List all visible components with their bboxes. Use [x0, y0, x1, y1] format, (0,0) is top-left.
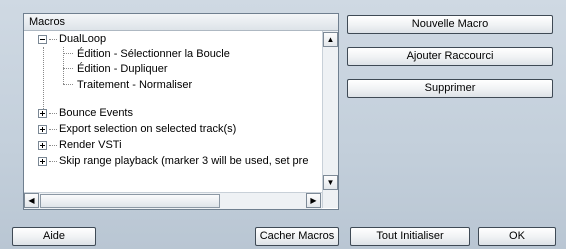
tree-header: Macros	[24, 14, 338, 31]
tree-item-label: Skip range playback (marker 3 will be us…	[59, 155, 309, 167]
collapse-toggle-icon[interactable]	[38, 35, 47, 44]
tree-connector-line	[63, 53, 73, 54]
tree-item-export-selection[interactable]: Export selection on selected track(s)	[59, 122, 236, 136]
tree-header-label: Macros	[29, 16, 66, 28]
vertical-scrollbar[interactable]: ▲ ▼	[322, 31, 338, 208]
tree-item-bounce-events[interactable]: Bounce Events	[59, 106, 133, 120]
horizontal-scrollbar[interactable]: ◀ ▶	[24, 192, 322, 209]
tree-item-label: Édition - Dupliquer	[77, 63, 168, 75]
help-label: Aide	[42, 230, 66, 242]
reset-all-label: Tout Initialiser	[376, 230, 444, 242]
tree-item-duplicate[interactable]: Édition - Dupliquer	[77, 62, 168, 76]
ok-label: OK	[509, 230, 525, 242]
delete-button[interactable]: Supprimer	[347, 79, 553, 98]
tree-connector-line	[49, 161, 57, 162]
expand-toggle-icon[interactable]	[38, 141, 47, 150]
ok-button[interactable]: OK	[478, 227, 556, 246]
tree-connector-line	[49, 129, 57, 130]
new-macro-button[interactable]: Nouvelle Macro	[347, 15, 553, 34]
tree-item-render-vsti[interactable]: Render VSTi	[59, 138, 122, 152]
scroll-left-icon[interactable]: ◀	[24, 193, 39, 208]
tree-item-select-loop[interactable]: Édition - Sélectionner la Boucle	[77, 47, 230, 61]
tree-item-label: Traitement - Normaliser	[77, 79, 193, 91]
scroll-up-icon[interactable]: ▲	[323, 32, 338, 47]
macros-tree-panel: Macros DualLoop Édition - Sélectionner l…	[23, 13, 339, 210]
scroll-up-glyph: ▲	[326, 35, 335, 44]
scroll-down-glyph: ▼	[326, 178, 335, 187]
add-shortcut-button[interactable]: Ajouter Raccourci	[347, 47, 553, 66]
horizontal-scroll-thumb[interactable]	[40, 194, 220, 208]
macros-tree-list[interactable]: DualLoop Édition - Sélectionner la Boucl…	[24, 31, 322, 208]
expand-toggle-icon[interactable]	[38, 125, 47, 134]
tree-connector-line	[43, 47, 44, 113]
hide-macros-label: Cacher Macros	[259, 230, 335, 242]
tree-item-normalize[interactable]: Traitement - Normaliser	[77, 78, 192, 92]
tree-item-label: Bounce Events	[59, 107, 133, 119]
scroll-left-glyph: ◀	[28, 196, 35, 205]
expand-toggle-icon[interactable]	[38, 109, 47, 118]
tree-item-label: Export selection on selected track(s)	[59, 123, 237, 135]
tree-item-skip-range[interactable]: Skip range playback (marker 3 will be us…	[59, 154, 308, 168]
tree-item-dualloop[interactable]: DualLoop	[59, 32, 106, 46]
reset-all-button[interactable]: Tout Initialiser	[350, 227, 470, 246]
tree-item-label: Édition - Sélectionner la Boucle	[77, 48, 230, 60]
scroll-right-icon[interactable]: ▶	[306, 193, 321, 208]
tree-connector-line	[63, 68, 73, 69]
tree-connector-line	[49, 145, 57, 146]
scroll-down-icon[interactable]: ▼	[323, 175, 338, 190]
tree-connector-line	[49, 113, 57, 114]
help-button[interactable]: Aide	[12, 227, 96, 246]
macros-dialog: Macros DualLoop Édition - Sélectionner l…	[0, 0, 566, 249]
scroll-right-glyph: ▶	[310, 196, 317, 205]
tree-connector-line	[63, 84, 73, 85]
hide-macros-button[interactable]: Cacher Macros	[255, 227, 339, 246]
tree-item-label: Render VSTi	[59, 139, 122, 151]
tree-connector-line	[49, 39, 57, 40]
expand-toggle-icon[interactable]	[38, 157, 47, 166]
tree-item-label: DualLoop	[59, 33, 107, 45]
delete-label: Supprimer	[424, 82, 476, 94]
new-macro-label: Nouvelle Macro	[411, 18, 489, 30]
add-shortcut-label: Ajouter Raccourci	[406, 50, 494, 62]
